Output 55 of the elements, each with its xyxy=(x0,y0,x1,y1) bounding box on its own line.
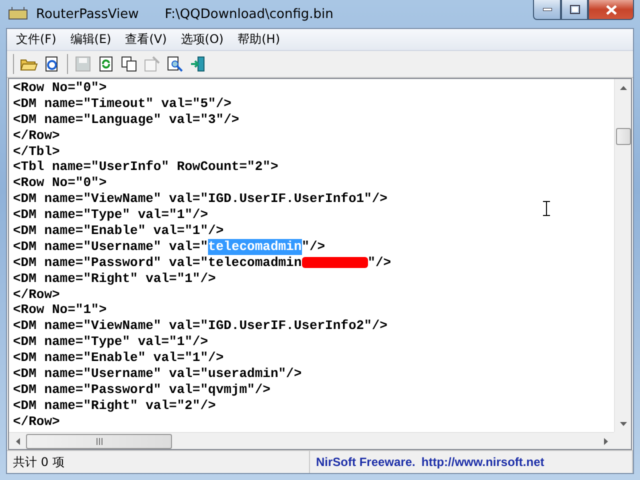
scrollbar-thumb[interactable] xyxy=(26,434,172,448)
code-text: </Tbl> xyxy=(13,144,60,160)
menu-item[interactable]: 帮助(H) xyxy=(230,31,287,48)
minimize-button[interactable] xyxy=(533,0,561,20)
router-app-icon xyxy=(8,7,28,21)
code-text: "/> xyxy=(368,254,392,271)
code-text: <Row No="0"> xyxy=(13,175,107,192)
code-text: <DM name="Type" val="1"/> xyxy=(13,334,208,350)
code-text: <Tbl name="UserInfo" RowCount="2"> xyxy=(13,159,278,176)
find-icon[interactable] xyxy=(165,54,185,74)
menu-item[interactable]: 文件(F) xyxy=(9,31,64,48)
code-text: <Row No="1"> xyxy=(13,302,107,318)
scrollbar-thumb[interactable] xyxy=(616,128,630,145)
code-text: <DM name="ViewName" val="IGD.UserIF.UserInfo1"/> xyxy=(13,191,388,208)
maximize-button[interactable] xyxy=(561,0,588,20)
horizontal-scrollbar[interactable] xyxy=(9,432,614,449)
maximize-icon xyxy=(570,5,580,14)
code-text: <DM name="Timeout" val="5"/> xyxy=(13,96,232,112)
copy-icon[interactable] xyxy=(119,54,139,74)
grip-icon xyxy=(96,438,102,444)
menu-item[interactable]: 编辑(E) xyxy=(63,31,118,48)
menu-item[interactable]: 选项(O) xyxy=(174,31,231,48)
code-text: <DM name="Enable" val="1"/> xyxy=(13,223,224,239)
scroll-left-icon[interactable] xyxy=(16,438,20,444)
vertical-scrollbar[interactable] xyxy=(614,79,631,432)
scroll-right-icon[interactable] xyxy=(604,438,608,444)
code-text: </Row> xyxy=(13,128,60,144)
redaction-mark xyxy=(302,257,368,268)
credit-text: NirSoft Freeware. xyxy=(316,455,416,469)
close-icon xyxy=(606,4,616,14)
text-cursor-icon xyxy=(543,201,550,216)
selected-text: telecomadmin xyxy=(208,238,302,255)
code-text: <DM name="Enable" val="1"/> xyxy=(13,350,224,366)
code-text: <DM name="Language" val="3"/> xyxy=(13,112,240,128)
code-text: <DM name="Username" val="useradmin"/> xyxy=(13,366,302,382)
code-text: "/> xyxy=(302,238,326,255)
close-button[interactable] xyxy=(588,0,634,20)
code-text: <DM name="Password" val="telecomadmin xyxy=(13,254,302,271)
code-text: <DM name="ViewName" val="IGD.UserIF.UserInfo2"/> xyxy=(13,318,388,334)
code-text: <DM name="Right" val="2"/> xyxy=(13,398,216,414)
code-text: <DM name="Right" val="1"/> xyxy=(13,270,216,287)
code-text: </Row> xyxy=(13,286,60,302)
code-text: <Row No="0"> xyxy=(13,80,107,96)
minimize-icon xyxy=(542,8,552,11)
code-text: </Row> xyxy=(13,414,60,430)
scroll-up-icon[interactable] xyxy=(620,86,626,90)
window-file-path: F:\QQDownload\config.bin xyxy=(164,6,334,22)
code-text: <DM name="Type" val="1"/> xyxy=(13,207,208,224)
code-text: <DM name="Password" val="qvmjm"/> xyxy=(13,382,270,398)
menu-item[interactable]: 查看(V) xyxy=(118,31,174,48)
scroll-down-icon[interactable] xyxy=(620,422,626,426)
website-link[interactable]: http://www.nirsoft.net xyxy=(421,455,544,469)
code-text: <DM name="Username" val=" xyxy=(13,238,208,255)
item-count: 共计 0 项 xyxy=(13,454,64,470)
window-title: RouterPassView xyxy=(36,6,139,22)
